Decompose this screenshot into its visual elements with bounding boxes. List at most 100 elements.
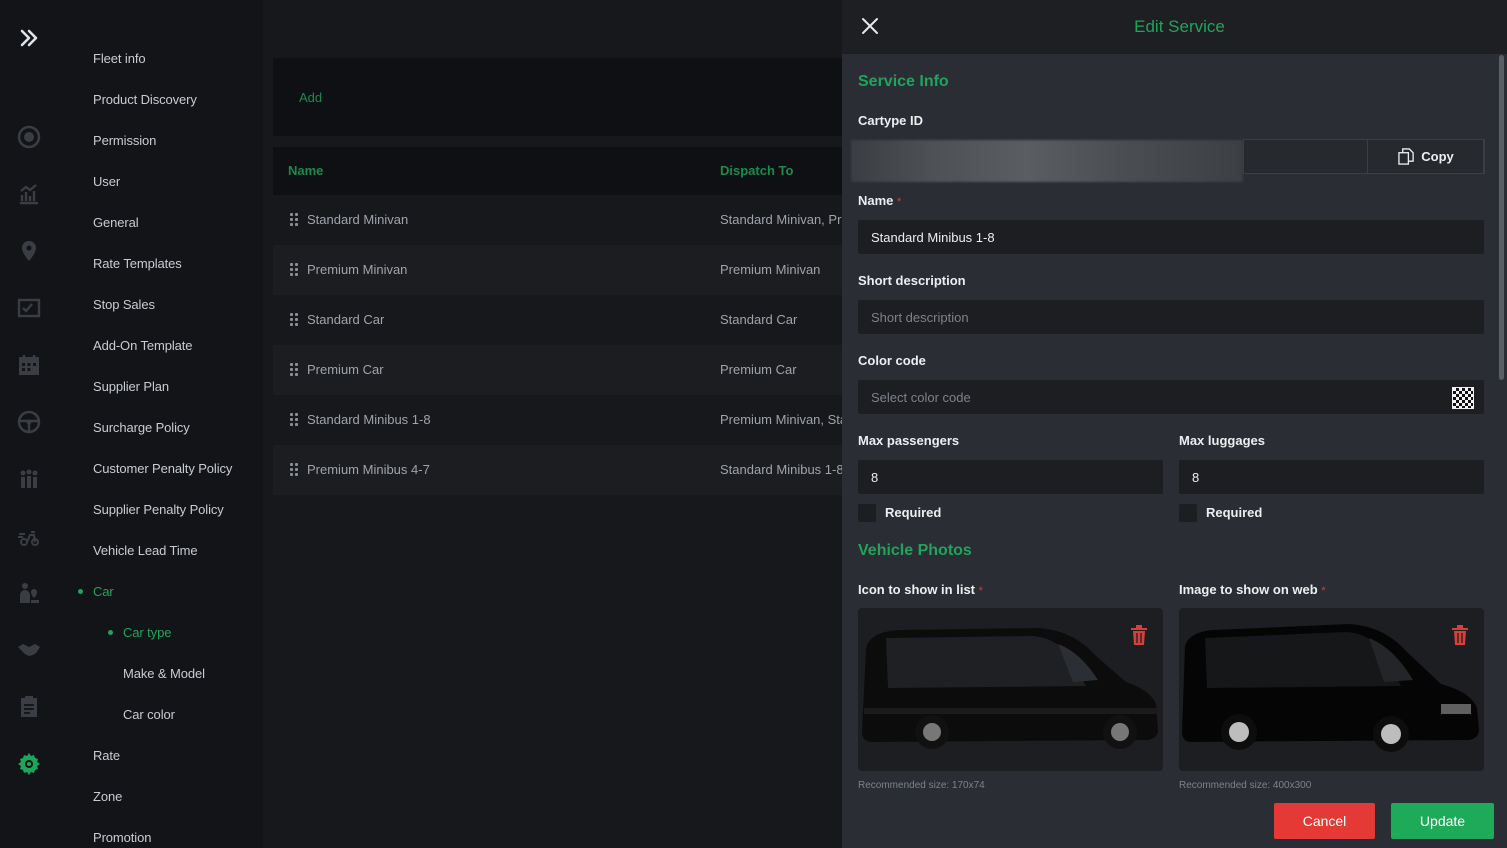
- update-button[interactable]: Update: [1391, 803, 1494, 839]
- drawer-title: Edit Service: [1134, 17, 1225, 36]
- table-header: Name Dispatch To: [273, 147, 853, 195]
- sidebar-item-stop-sales[interactable]: Stop Sales: [93, 297, 155, 312]
- short-description-field[interactable]: Short description: [858, 300, 1484, 334]
- sidebar-item-car[interactable]: Car: [93, 584, 114, 599]
- people-map-icon[interactable]: [16, 580, 42, 606]
- row-name: Standard Minivan: [307, 212, 409, 227]
- passengers-required-checkbox[interactable]: [858, 504, 876, 522]
- cartype-id-value-redacted: [851, 140, 1243, 182]
- active-dot: [108, 630, 113, 635]
- table-row[interactable]: Premium Minivan Premium Minivan: [273, 245, 853, 295]
- drag-handle-icon[interactable]: [290, 313, 299, 327]
- sidebar-item-product-discovery[interactable]: Product Discovery: [93, 92, 197, 107]
- checklist-icon[interactable]: [16, 295, 42, 321]
- row-dispatch: Standard Minivan, Pr: [720, 212, 842, 227]
- row-name: Standard Minibus 1-8: [307, 412, 431, 427]
- icon-recommended-size: Recommended size: 170x74: [858, 780, 985, 788]
- settings-sidebar: Fleet info Product Discovery Permission …: [60, 0, 263, 848]
- image-on-web-label-text: Image to show on web: [1179, 582, 1318, 597]
- sidebar-item-car-color[interactable]: Car color: [123, 707, 175, 722]
- row-dispatch: Premium Car: [720, 362, 797, 377]
- name-label: Name *: [858, 193, 901, 208]
- plus-circle-icon[interactable]: [16, 124, 42, 150]
- required-mark: *: [978, 585, 983, 597]
- sidebar-item-vehicle-lead-time[interactable]: Vehicle Lead Time: [93, 543, 198, 558]
- name-label-text: Name: [858, 193, 894, 208]
- sidebar-item-supplier-plan[interactable]: Supplier Plan: [93, 379, 169, 394]
- table-row[interactable]: Standard Car Standard Car: [273, 295, 853, 345]
- drag-handle-icon[interactable]: [290, 213, 299, 227]
- web-image[interactable]: [1179, 608, 1484, 771]
- sidebar-item-fleet-info[interactable]: Fleet info: [93, 51, 146, 66]
- row-dispatch: Premium Minivan, Sta: [720, 412, 843, 427]
- section-vehicle-photos: Vehicle Photos: [858, 542, 972, 559]
- steering-wheel-icon[interactable]: [16, 409, 42, 435]
- sidebar-item-customer-penalty-policy[interactable]: Customer Penalty Policy: [93, 461, 232, 476]
- max-passengers-field[interactable]: 8: [858, 460, 1163, 494]
- sidebar-item-add-on-template[interactable]: Add-On Template: [93, 338, 193, 353]
- sidebar-item-user[interactable]: User: [93, 174, 120, 189]
- drawer-footer: Cancel Update: [842, 790, 1507, 848]
- icon-in-list-label-text: Icon to show in list: [858, 582, 975, 597]
- max-passengers-label: Max passengers: [858, 433, 960, 448]
- toolbar: Add: [273, 58, 853, 136]
- add-button[interactable]: Add: [299, 90, 322, 105]
- required-mark: *: [897, 196, 902, 208]
- sidebar-item-rate-templates[interactable]: Rate Templates: [93, 256, 182, 271]
- minibus-image: [862, 628, 1158, 749]
- required-mark: *: [1321, 585, 1326, 597]
- drag-handle-icon[interactable]: [290, 263, 299, 277]
- column-header-dispatch-to[interactable]: Dispatch To: [720, 163, 793, 178]
- row-name: Premium Minivan: [307, 262, 408, 277]
- sidebar-item-surcharge-policy[interactable]: Surcharge Policy: [93, 420, 190, 435]
- table-row[interactable]: Premium Car Premium Car: [273, 345, 853, 395]
- drag-handle-icon[interactable]: [290, 413, 299, 427]
- luggages-required-checkbox[interactable]: [1179, 504, 1197, 522]
- color-code-field[interactable]: Select color code: [858, 380, 1484, 414]
- passengers-required-label: Required: [885, 505, 942, 520]
- close-icon[interactable]: [859, 15, 881, 37]
- sidebar-item-general[interactable]: General: [93, 215, 139, 230]
- color-code-placeholder: Select color code: [871, 390, 971, 405]
- handshake-icon[interactable]: [16, 637, 42, 663]
- sidebar-item-make-model[interactable]: Make & Model: [123, 666, 205, 681]
- cancel-button[interactable]: Cancel: [1274, 803, 1375, 839]
- list-icon-image[interactable]: [858, 608, 1163, 771]
- settings-gear-icon[interactable]: [16, 751, 42, 777]
- max-luggages-field[interactable]: 8: [1179, 460, 1484, 494]
- column-header-name[interactable]: Name: [288, 163, 323, 178]
- sidebar-item-promotion[interactable]: Promotion: [93, 830, 151, 845]
- location-pin-icon[interactable]: [16, 238, 42, 264]
- sidebar-item-rate[interactable]: Rate: [93, 748, 120, 763]
- short-description-label: Short description: [858, 273, 966, 288]
- color-code-label: Color code: [858, 353, 926, 368]
- sidebar-item-permission[interactable]: Permission: [93, 133, 156, 148]
- group-icon[interactable]: [16, 466, 42, 492]
- image-recommended-size: Recommended size: 400x300: [1179, 780, 1312, 788]
- delivery-icon[interactable]: [16, 523, 42, 549]
- sidebar-item-zone[interactable]: Zone: [93, 789, 122, 804]
- calendar-icon[interactable]: [16, 352, 42, 378]
- cartype-id-label: Cartype ID: [858, 113, 924, 128]
- icon-rail: [0, 0, 60, 848]
- edit-service-drawer: Edit Service Service Info Cartype ID Cop…: [842, 0, 1507, 848]
- table-row[interactable]: Premium Minibus 4-7 Standard Minibus 1-8: [273, 445, 853, 495]
- table-row[interactable]: Standard Minivan Standard Minivan, Pr: [273, 195, 853, 245]
- row-name: Premium Minibus 4-7: [307, 462, 430, 477]
- delete-icon[interactable]: [1451, 625, 1469, 645]
- color-picker-icon[interactable]: [1452, 387, 1474, 409]
- drag-handle-icon[interactable]: [290, 363, 299, 377]
- delete-icon[interactable]: [1130, 625, 1148, 645]
- expand-icon[interactable]: [16, 25, 42, 51]
- clipboard-icon[interactable]: [16, 694, 42, 720]
- sidebar-item-car-type[interactable]: Car type: [123, 625, 171, 640]
- copy-icon: [1398, 148, 1415, 165]
- sidebar-item-supplier-penalty-policy[interactable]: Supplier Penalty Policy: [93, 502, 224, 517]
- table-row[interactable]: Standard Minibus 1-8 Premium Minivan, St…: [273, 395, 853, 445]
- name-field[interactable]: Standard Minibus 1-8: [858, 220, 1484, 254]
- minibus-web-image: [1182, 624, 1479, 752]
- drag-handle-icon[interactable]: [290, 463, 299, 477]
- chart-icon[interactable]: [16, 181, 42, 207]
- copy-button[interactable]: Copy: [1367, 139, 1485, 174]
- scrollbar[interactable]: [1499, 55, 1504, 380]
